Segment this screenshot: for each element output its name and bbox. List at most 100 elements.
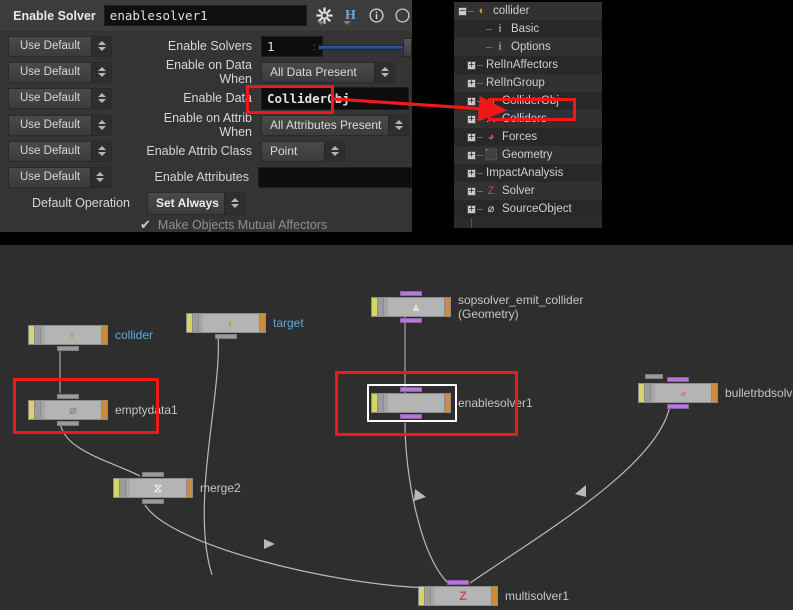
enable-on-data-when-dropdown[interactable]: All Data Present [261,61,395,83]
info-icon[interactable] [367,6,386,25]
use-default-menu-1[interactable]: Use Default [8,61,112,83]
use-default-menu-0[interactable]: Use Default [8,35,112,57]
expand-icon[interactable]: + [467,114,476,124]
solver-z-icon: Z [487,184,495,197]
use-default-label: Use Default [20,171,81,183]
node-icon-area: ◐ [45,326,101,344]
node-label: multisolver1 [505,589,570,603]
collapse-icon[interactable]: − [458,6,467,16]
node-output-bar [491,587,497,605]
node-body[interactable]: ◕ [638,377,718,409]
node-label: merge2 [200,481,241,495]
spinner-icon[interactable] [374,62,394,82]
tree-item-relingroup[interactable]: + RelInGroup [454,74,602,92]
node-output-bar [101,326,107,344]
expand-icon[interactable]: + [467,132,476,142]
spinner-icon[interactable] [89,167,110,187]
tree-item-forces[interactable]: + ◕ Forces [454,128,602,146]
node-output-connector[interactable] [142,499,164,504]
tree-item-label: RelInAffectors [486,59,559,71]
graph-node-collider[interactable]: ◐ collider [28,325,153,351]
node-body[interactable]: ▲ [371,291,451,323]
node-output-connector[interactable] [215,334,237,339]
node-icon-area: ◕ [655,384,711,402]
use-default-menu-2[interactable]: Use Default [8,87,112,109]
label-enable-data: Enable Data [183,91,252,105]
node-body[interactable]: Z [418,580,498,606]
node-input-connector[interactable] [447,580,469,585]
tree-item-impactanalysis[interactable]: + ImpactAnalysis [454,164,602,182]
node-label: bulletrbdsolver1 [725,386,793,400]
use-default-label: Use Default [20,92,81,104]
node-body[interactable]: ◐ [186,313,266,339]
node-input-connector[interactable] [667,377,689,382]
make-objects-mutual-affectors-checkbox[interactable]: ✔ Make Objects Mutual Affectors [140,217,327,232]
node-output-bar [186,479,192,497]
spinner-icon[interactable] [91,36,111,56]
houdini-h-icon[interactable]: H [341,6,360,25]
spinner-icon[interactable] [91,88,111,108]
enable-attrib-class-dropdown[interactable]: Point [261,140,345,162]
label-default-operation: Default Operation [32,196,130,210]
spinner-icon[interactable] [388,115,408,135]
tree-item-options[interactable]: i Options [454,38,602,56]
param-row-default-operation: Default Operation Set Always [0,190,412,216]
node-output-connector[interactable] [400,318,422,323]
gear-icon[interactable] [315,6,334,25]
tree-item-relinaffectors[interactable]: + RelInAffectors [454,56,602,74]
spinner-icon[interactable] [91,62,111,82]
enable-on-attrib-when-dropdown[interactable]: All Attributes Present [261,114,409,136]
spinner-icon[interactable] [324,141,344,161]
graph-node-sopsolver_emit_collider[interactable]: ▲ sopsolver_emit_collider (Geometry) [371,291,584,323]
enable-solvers-slider-handle[interactable] [403,38,412,57]
label-enable-on-attrib-when: Enable on Attrib When [163,111,252,139]
node-input-connector[interactable] [142,472,164,477]
node-name-input[interactable]: enablesolver1 [103,5,307,26]
spinner-icon[interactable] [91,141,111,161]
tree-item-basic[interactable]: i Basic [454,20,602,38]
mutual-affectors-label: Make Objects Mutual Affectors [157,218,328,232]
tree-item-collider[interactable]: − ◐ collider [454,2,602,20]
tree-item-solver[interactable]: + Z Solver [454,182,602,200]
node-body[interactable]: ◐ [28,325,108,351]
spinner-icon[interactable] [224,192,244,214]
tree-colliderobj-box [488,98,576,121]
expand-icon[interactable]: + [467,150,476,160]
default-operation-dropdown[interactable]: Set Always [147,191,245,215]
graph-node-multisolver1[interactable]: Zmultisolver1 [418,580,570,606]
bulletrbdsolver1-extra-input-connector[interactable] [645,374,663,379]
label-enable-attrib-class: Enable Attrib Class [146,144,252,158]
expand-icon[interactable]: + [467,78,476,88]
info-leaf-icon: i [498,40,502,53]
enable-attrib-class-value: Point [270,144,298,158]
use-default-menu-3[interactable]: Use Default [8,114,112,136]
node-icon-area: ▲ [388,298,444,316]
use-default-label: Use Default [20,66,81,78]
partial-icon[interactable] [393,6,412,25]
spinner-icon[interactable] [91,115,111,135]
enable-solvers-slider[interactable] [318,45,410,50]
tree-item-sourceobject[interactable]: + ⌀ SourceObject [454,200,602,218]
graph-node-target[interactable]: ◐ target [186,313,304,339]
node-output-connector[interactable] [57,346,79,351]
node-label: sopsolver_emit_collider (Geometry) [458,293,584,321]
node-body[interactable]: ⧖ [113,472,193,504]
expand-icon[interactable]: + [467,168,476,178]
use-default-menu-5[interactable]: Use Default [8,166,111,188]
graph-node-bulletrbdsolver1[interactable]: ◕ bulletrbdsolver1 [638,377,793,409]
expand-icon[interactable]: + [467,96,476,106]
param-row-enable-data: Use Default Enable Data ColliderObj [0,85,412,111]
use-default-menu-4[interactable]: Use Default [8,140,112,162]
tree-item-geometry[interactable]: + ⬛ Geometry [454,146,602,164]
node-output-connector[interactable] [667,404,689,409]
tree-item-label: RelInGroup [486,77,545,89]
enable-attributes-input[interactable] [258,166,412,188]
expand-icon[interactable]: + [467,204,476,214]
tree-connector [477,82,483,84]
use-default-label: Use Default [20,145,81,157]
node-input-connector[interactable] [400,291,422,296]
expand-icon[interactable]: + [467,60,476,70]
parameter-panel: Enable Solver enablesolver1 H Use Defaul… [0,0,412,232]
graph-node-merge2[interactable]: ⧖ merge2 [113,472,241,504]
expand-icon[interactable]: + [467,186,476,196]
